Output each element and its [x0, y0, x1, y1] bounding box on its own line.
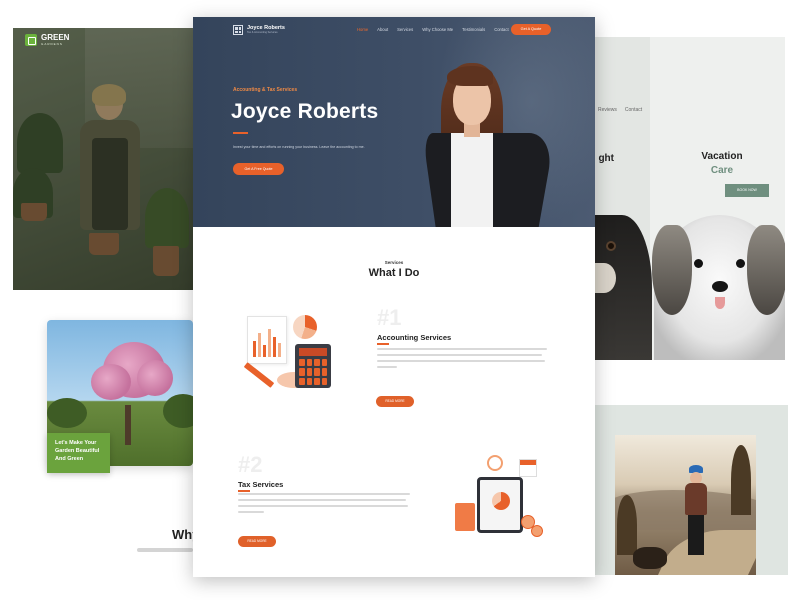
- joyce-portrait: [422, 63, 559, 227]
- nav-home[interactable]: Home: [357, 27, 368, 33]
- hero-divider: [233, 132, 248, 134]
- garden-badge: Let's Make Your Garden Beautiful And Gre…: [47, 433, 110, 473]
- service-1-text-line: [377, 360, 545, 362]
- service-2-text-line: [238, 493, 410, 495]
- nav-testimonials[interactable]: Testimonials: [462, 27, 485, 33]
- service-number-2: #2: [238, 452, 263, 477]
- hiker-figure: [681, 465, 711, 565]
- black-dog-image: [592, 215, 652, 360]
- pet-care-website-preview: Reviews Contact ght Vacation Care BOOK N…: [592, 37, 785, 360]
- accounting-illustration: [237, 312, 337, 397]
- clock-icon: [487, 455, 503, 471]
- tree-canopy-right: [137, 360, 173, 396]
- garden-logo[interactable]: GREEN GARDENS: [25, 34, 69, 46]
- white-dog-image: [652, 215, 785, 360]
- service-2-divider: [238, 490, 250, 492]
- service-2-text-line: [238, 505, 408, 507]
- service-title-accounting: Accounting Services: [377, 333, 452, 342]
- nav-contact[interactable]: Contact: [494, 27, 508, 33]
- nav-services[interactable]: Services: [397, 27, 413, 33]
- free-quote-button[interactable]: Get A Free Quote: [233, 163, 284, 175]
- service-1-text-line: [377, 366, 397, 368]
- calculator-icon: [295, 344, 331, 388]
- tax-illustration: [451, 455, 551, 550]
- pet-book-button[interactable]: BOOK NOW: [725, 184, 769, 197]
- pencil-icon: [243, 362, 275, 388]
- service-1-text-line: [377, 348, 547, 350]
- hiking-website-preview: [585, 405, 788, 575]
- calendar-icon: [519, 459, 537, 477]
- garden-logo-name: GREEN: [41, 33, 70, 42]
- bush-right: [163, 394, 193, 428]
- nav-why-choose-me[interactable]: Why Choose Me: [422, 27, 453, 33]
- hiking-dog: [633, 547, 667, 569]
- pie-chart-icon: [293, 315, 317, 339]
- calculator-icon: [455, 503, 475, 531]
- service-1-divider: [377, 343, 389, 345]
- service-2-text-line: [238, 499, 406, 501]
- garden-website-preview: [13, 28, 195, 290]
- hero-eyebrow: Accounting & Tax Services: [233, 87, 298, 93]
- garden-logo-sub: GARDENS: [41, 42, 63, 46]
- site-logo[interactable]: Joyce Roberts Tax & Accounting Services: [233, 25, 285, 35]
- logo-grid-icon: [233, 25, 243, 35]
- joyce-roberts-website-preview: Joyce Roberts Tax & Accounting Services …: [193, 17, 595, 577]
- hiker-photo: [615, 435, 756, 575]
- pet-nav: Reviews Contact: [598, 107, 642, 113]
- services-title: What I Do: [368, 267, 420, 279]
- pet-nav-contact[interactable]: Contact: [625, 107, 642, 113]
- service-title-tax: Tax Services: [238, 480, 284, 489]
- hero-description: Invest your time and efforts on running …: [233, 145, 365, 149]
- showcase-collage: GREEN GARDENS Let's Make Your Garden Bea…: [0, 0, 800, 600]
- tree-trunk: [125, 405, 131, 445]
- tablet-icon: [477, 477, 523, 533]
- service-2-read-more-button[interactable]: READ MORE: [238, 536, 276, 547]
- garden-overlay: [13, 28, 195, 290]
- tree-canopy-left: [91, 364, 131, 400]
- pet-title-care: Care: [710, 165, 734, 176]
- nav-about[interactable]: About: [377, 27, 388, 33]
- pet-title-left: ght: [598, 153, 614, 164]
- leaf-icon: [25, 34, 37, 46]
- main-nav: Home About Services Why Choose Me Testim…: [357, 27, 509, 33]
- service-number-1: #1: [377, 305, 402, 330]
- hero-title: Joyce Roberts: [231, 100, 379, 123]
- get-quote-button[interactable]: Get A Quote: [511, 24, 551, 35]
- bush-left: [47, 398, 87, 428]
- pet-title-vacation: Vacation: [701, 151, 743, 162]
- why-subtext: [137, 548, 193, 552]
- coin-icon: [531, 525, 543, 537]
- service-1-read-more-button[interactable]: READ MORE: [376, 396, 414, 407]
- services-eyebrow: Services: [384, 260, 404, 265]
- service-2-text-line: [238, 511, 264, 513]
- pet-nav-reviews[interactable]: Reviews: [598, 107, 617, 113]
- service-1-text-line: [377, 354, 542, 356]
- logo-tagline: Tax & Accounting Services: [247, 31, 278, 34]
